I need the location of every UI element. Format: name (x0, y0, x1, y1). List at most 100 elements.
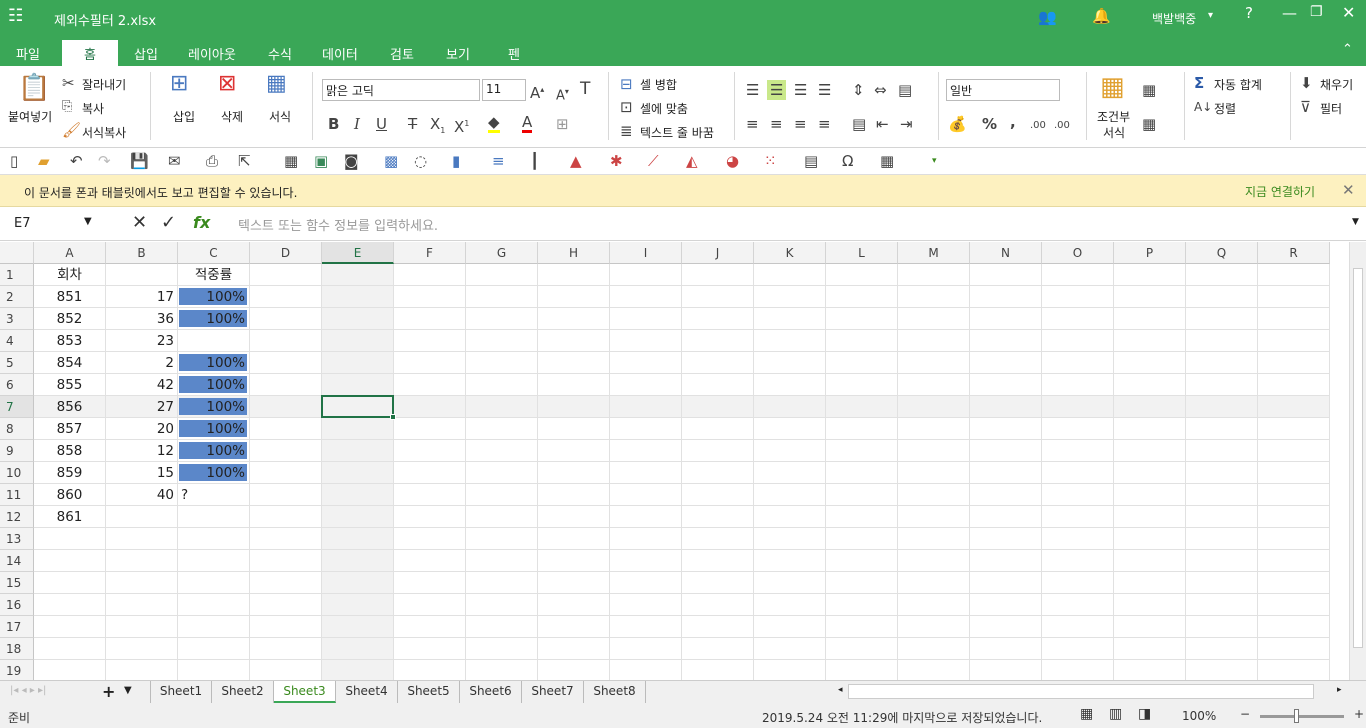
mail-icon[interactable]: ✉ (168, 153, 181, 169)
screenshot-icon[interactable]: ◙ (344, 153, 359, 169)
cell[interactable] (1042, 286, 1114, 308)
cancel-icon[interactable]: ✕ (132, 212, 147, 233)
cell[interactable] (538, 660, 610, 680)
column-chart-icon[interactable]: ▮ (452, 153, 460, 169)
new-icon[interactable]: ▯ (10, 153, 18, 169)
cell[interactable] (1186, 550, 1258, 572)
cell[interactable] (394, 506, 466, 528)
cell[interactable] (682, 572, 754, 594)
menu-icon[interactable]: ☷ (8, 6, 23, 26)
cell[interactable] (1114, 660, 1186, 680)
cell[interactable] (1042, 484, 1114, 506)
stock-chart-icon[interactable]: ┃ (530, 153, 539, 169)
cell[interactable] (394, 330, 466, 352)
cell[interactable] (538, 330, 610, 352)
cell[interactable] (754, 660, 826, 680)
align-top-icon[interactable]: ☰ (746, 82, 759, 98)
cell[interactable] (250, 506, 322, 528)
cell[interactable] (1258, 506, 1330, 528)
cell[interactable] (1258, 594, 1330, 616)
column-header[interactable]: L (826, 242, 898, 264)
cell[interactable] (34, 550, 106, 572)
cell[interactable] (682, 352, 754, 374)
symbol-icon[interactable]: Ω (842, 153, 853, 169)
percent-icon[interactable]: % (982, 116, 997, 132)
cell[interactable] (754, 462, 826, 484)
cell[interactable] (610, 462, 682, 484)
cell[interactable] (538, 440, 610, 462)
spreadsheet-grid[interactable]: A B C D E F G H I J K L M N O P Q R 1 회차 적중률 2 851 17 100% 3 852 36… (0, 242, 1349, 680)
cell[interactable] (682, 638, 754, 660)
cell[interactable] (394, 550, 466, 572)
cell[interactable] (1186, 616, 1258, 638)
sheet-nav-icon[interactable]: |◂ ◂ ▸ ▸| (10, 685, 46, 696)
cell[interactable] (898, 616, 970, 638)
cell[interactable] (322, 528, 394, 550)
cell[interactable] (466, 550, 538, 572)
cell[interactable] (682, 506, 754, 528)
tab-data[interactable]: 데이터 (322, 44, 358, 63)
row-header[interactable]: 8 (0, 418, 34, 440)
row-header[interactable]: 2 (0, 286, 34, 308)
share-icon[interactable]: 👥 (1038, 8, 1057, 26)
fill-color-icon[interactable]: ◆ (488, 114, 500, 133)
cell[interactable] (178, 550, 250, 572)
row-header[interactable]: 3 (0, 308, 34, 330)
cell[interactable] (322, 572, 394, 594)
column-header[interactable]: M (898, 242, 970, 264)
cell[interactable] (1186, 462, 1258, 484)
zoom-slider[interactable] (1260, 715, 1344, 718)
image-icon[interactable]: ▩ (384, 153, 398, 169)
cell[interactable] (322, 418, 394, 440)
cell[interactable] (1114, 308, 1186, 330)
grow-font-icon[interactable]: A▴ (530, 82, 544, 101)
cell[interactable] (1042, 528, 1114, 550)
conditional-format-button[interactable]: 조건부 (1097, 108, 1130, 125)
cell[interactable] (322, 484, 394, 506)
cell[interactable] (826, 462, 898, 484)
indent-icon[interactable]: ⇥ (900, 116, 913, 132)
cell[interactable] (826, 308, 898, 330)
cell[interactable] (466, 396, 538, 418)
cell[interactable] (826, 550, 898, 572)
cell[interactable] (538, 506, 610, 528)
cell[interactable] (538, 528, 610, 550)
cell[interactable] (178, 330, 250, 352)
cell[interactable] (826, 484, 898, 506)
cell[interactable]: 859 (34, 462, 106, 484)
cell[interactable] (466, 330, 538, 352)
cell[interactable] (1042, 264, 1114, 286)
insert-button[interactable]: 삽입 (173, 108, 195, 125)
cell[interactable]: 100% (178, 374, 250, 396)
align-center-icon[interactable]: ≡ (770, 116, 783, 132)
row-header[interactable]: 1 (0, 264, 34, 286)
cell[interactable] (970, 308, 1042, 330)
cell[interactable] (898, 660, 970, 680)
cell[interactable] (538, 550, 610, 572)
cell[interactable] (1258, 264, 1330, 286)
cell[interactable] (106, 528, 178, 550)
table-format-icon[interactable]: ▦ (1142, 82, 1156, 98)
cell[interactable] (250, 396, 322, 418)
cell[interactable] (466, 594, 538, 616)
pie-chart-icon[interactable]: ◕ (726, 153, 739, 169)
cell[interactable]: 100% (178, 440, 250, 462)
sheet-tab[interactable]: Sheet2 (212, 681, 274, 703)
cell[interactable] (826, 594, 898, 616)
row-header[interactable]: 19 (0, 660, 34, 680)
font-size-select[interactable]: 11 (482, 79, 526, 101)
cell[interactable] (466, 418, 538, 440)
cell[interactable] (1258, 638, 1330, 660)
cell[interactable] (466, 264, 538, 286)
cell[interactable] (394, 572, 466, 594)
cell[interactable]: 851 (34, 286, 106, 308)
cell[interactable] (1114, 462, 1186, 484)
cell[interactable]: 17 (106, 286, 178, 308)
cell[interactable] (1258, 484, 1330, 506)
cell[interactable] (250, 484, 322, 506)
page-layout-icon[interactable]: ▥ (1109, 706, 1122, 722)
bold-icon[interactable]: B (328, 116, 339, 132)
italic-icon[interactable]: I (354, 116, 360, 132)
cell[interactable] (970, 616, 1042, 638)
restore-icon[interactable]: ❐ (1310, 4, 1323, 20)
